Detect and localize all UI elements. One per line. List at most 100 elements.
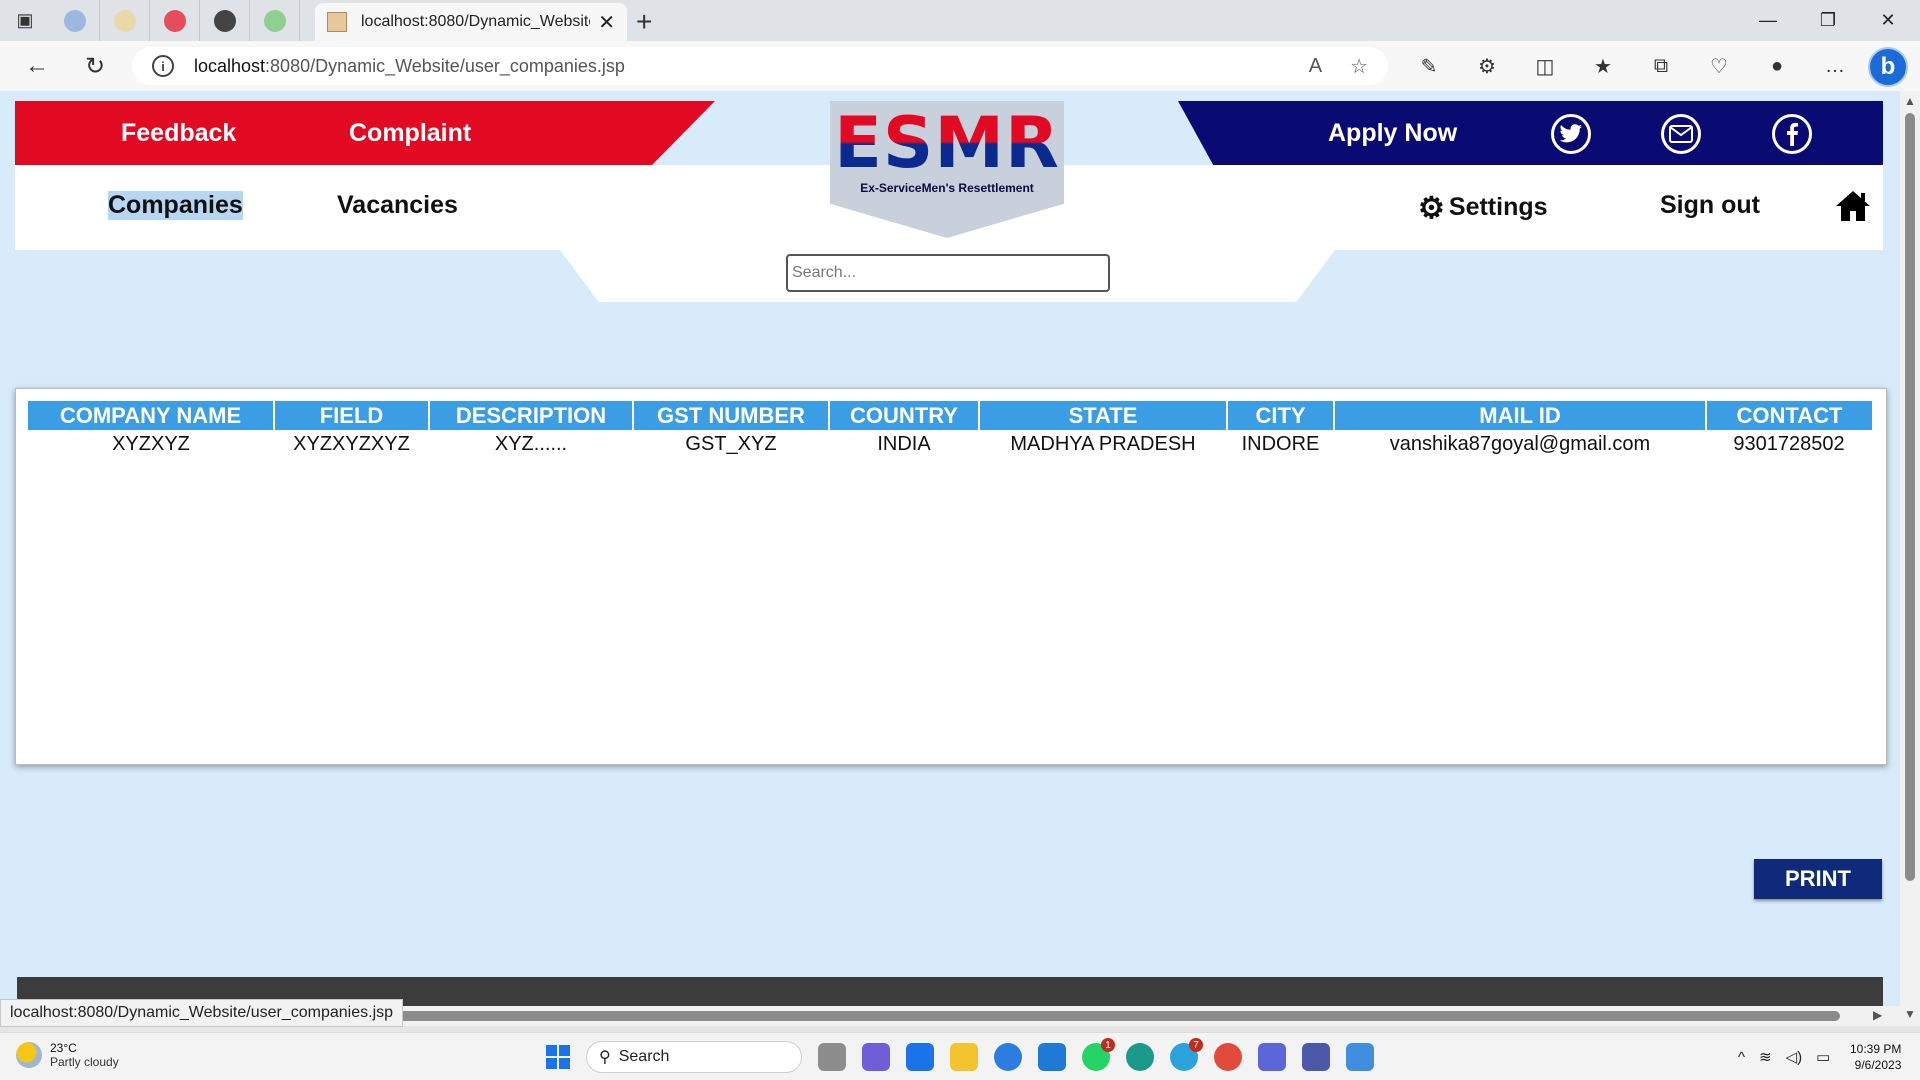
teams-chat-icon[interactable] (862, 1043, 890, 1071)
windows-start-icon[interactable] (546, 1045, 570, 1069)
tab-actions-icon[interactable]: ▣ (0, 0, 50, 41)
taskbar-search[interactable]: ⚲ Search (586, 1041, 802, 1073)
pinned-tab-4[interactable] (200, 0, 250, 41)
read-aloud-icon[interactable]: A (1309, 55, 1322, 78)
chrome-icon[interactable] (1214, 1043, 1242, 1071)
cell-gst-number: GST_XYZ (685, 432, 777, 455)
pinned-tab-icon (113, 9, 136, 32)
scroll-down-icon[interactable]: ▼ (1904, 1007, 1916, 1021)
telegram-icon[interactable]: 7 (1170, 1038, 1203, 1071)
page-viewport: Feedback Complaint Apply Now Companies V… (0, 91, 1900, 1026)
extensions-icon[interactable]: ⚙ (1458, 41, 1516, 91)
pinned-tab-5[interactable] (250, 0, 300, 41)
feedback-link[interactable]: Feedback (121, 101, 236, 165)
gear-icon: ⚙ (1418, 192, 1445, 225)
cell-state: MADHYA PRADESH (1010, 432, 1196, 455)
table-header-row: COMPANY NAME FIELD DESCRIPTION GST NUMBE… (28, 401, 1872, 430)
nav-settings-label: Settings (1448, 193, 1548, 222)
cell-country: INDIA (877, 432, 931, 455)
safari-like-browser-icon[interactable] (994, 1043, 1022, 1071)
weather-widget[interactable]: 23°C Partly cloudy (16, 1041, 119, 1069)
file-explorer-icon[interactable] (950, 1043, 978, 1071)
reload-button[interactable]: ↻ (66, 41, 124, 91)
print-button[interactable]: PRINT (1754, 859, 1882, 899)
apply-now-link[interactable]: Apply Now (1328, 101, 1457, 165)
weather-condition: Partly cloudy (50, 1055, 119, 1069)
minimize-button[interactable]: — (1738, 0, 1798, 41)
favorite-star-icon[interactable]: ☆ (1350, 54, 1368, 79)
twitter-icon[interactable] (1551, 114, 1591, 154)
active-tab[interactable]: localhost:8080/Dynamic_Website ✕ (315, 3, 627, 41)
wifi-icon[interactable]: ≋ (1759, 1048, 1772, 1066)
photos-icon[interactable] (1346, 1043, 1374, 1071)
mail-app-icon[interactable] (906, 1043, 934, 1071)
pinned-tab-2[interactable] (100, 0, 150, 41)
scroll-up-icon[interactable]: ▲ (1904, 94, 1916, 108)
vscode-icon[interactable] (1038, 1043, 1066, 1071)
col-mail-id: MAIL ID (1334, 401, 1707, 430)
cell-field: XYZXYZXYZ (293, 432, 410, 455)
edge-icon[interactable] (1126, 1043, 1154, 1071)
horizontal-scroll-thumb[interactable] (380, 1011, 1840, 1021)
app-cube-icon[interactable] (1258, 1043, 1286, 1071)
col-state: STATE (979, 401, 1228, 430)
tray-overflow-icon[interactable]: ^ (1738, 1049, 1745, 1066)
nav-companies[interactable]: Companies (108, 191, 243, 220)
favorites-icon[interactable]: ★ (1574, 41, 1632, 91)
col-company-name: COMPANY NAME (28, 401, 275, 430)
new-tab-button[interactable]: + (636, 6, 652, 38)
search-input[interactable] (786, 254, 1110, 292)
weather-temperature: 23°C (50, 1041, 77, 1055)
battery-icon[interactable]: ▭ (1816, 1048, 1830, 1066)
url-path: :8080/Dynamic_Website/user_companies.jsp (265, 55, 625, 76)
home-icon[interactable] (1835, 189, 1871, 228)
status-bar-url: localhost:8080/Dynamic_Website/user_comp… (0, 999, 404, 1027)
bing-icon: b (1880, 53, 1896, 80)
windows-taskbar: 23°C Partly cloudy ⚲ Search 1 7 ^ ≋ ◁) ▭… (0, 1032, 1920, 1080)
browser-tab-bar: ▣ (0, 0, 1920, 41)
search-icon: ⚲ (599, 1049, 611, 1066)
nav-vacancies[interactable]: Vacancies (337, 191, 458, 220)
more-menu-icon[interactable]: … (1806, 41, 1864, 91)
task-view-icon[interactable] (818, 1043, 846, 1071)
complaint-link[interactable]: Complaint (349, 101, 471, 165)
mail-icon[interactable] (1661, 114, 1701, 154)
address-bar[interactable]: i localhost:8080/Dynamic_Website/user_co… (132, 47, 1388, 85)
clock-time: 10:39 PM (1850, 1042, 1902, 1056)
nav-settings[interactable]: ⚙ Settings (1418, 191, 1548, 226)
scroll-right-icon[interactable]: ▶ (1873, 1008, 1882, 1022)
vertical-scrollbar[interactable]: ▲ ▼ (1900, 91, 1920, 1026)
volume-icon[interactable]: ◁) (1786, 1048, 1803, 1066)
table-row: XYZXYZ XYZXYZXYZ XYZ...... GST_XYZ INDIA… (28, 430, 1872, 458)
pinned-tab-1[interactable] (50, 0, 100, 41)
cell-city: INDORE (1241, 432, 1320, 455)
split-screen-icon[interactable]: ◫ (1516, 41, 1574, 91)
pinned-tab-3[interactable] (150, 0, 200, 41)
vertical-scroll-thumb[interactable] (1905, 113, 1915, 881)
bing-copilot-button[interactable]: b (1868, 47, 1908, 87)
site-info-icon[interactable]: i (152, 55, 174, 77)
companies-table-card: COMPANY NAME FIELD DESCRIPTION GST NUMBE… (15, 388, 1887, 765)
back-button[interactable]: ← (8, 41, 66, 91)
col-description: DESCRIPTION (429, 401, 634, 430)
active-tab-title: localhost:8080/Dynamic_Website (361, 13, 591, 30)
col-city: CITY (1227, 401, 1335, 430)
cell-company-name: XYZXYZ (112, 432, 190, 455)
partly-cloudy-icon (16, 1042, 42, 1068)
nav-sign-out[interactable]: Sign out (1660, 191, 1760, 220)
collections-icon[interactable]: ⧉ (1632, 41, 1690, 91)
telegram-badge: 7 (1189, 1038, 1203, 1052)
system-clock[interactable]: 10:39 PM 9/6/2023 (1850, 1041, 1901, 1073)
restore-button[interactable]: ❐ (1798, 0, 1858, 41)
col-contact: CONTACT (1706, 401, 1872, 430)
whatsapp-icon[interactable]: 1 (1082, 1038, 1115, 1071)
close-tab-icon[interactable]: ✕ (598, 10, 615, 35)
browser-essentials-icon[interactable]: ♡ (1690, 41, 1748, 91)
screenshot-icon[interactable]: ✎ (1400, 41, 1458, 91)
profile-icon[interactable]: ● (1748, 41, 1806, 91)
close-window-button[interactable]: ✕ (1858, 0, 1918, 41)
cell-contact: 9301728502 (1733, 432, 1845, 455)
pinned-tab-icon (63, 9, 86, 32)
facebook-icon[interactable] (1772, 114, 1812, 154)
eclipse-icon[interactable] (1302, 1043, 1330, 1071)
